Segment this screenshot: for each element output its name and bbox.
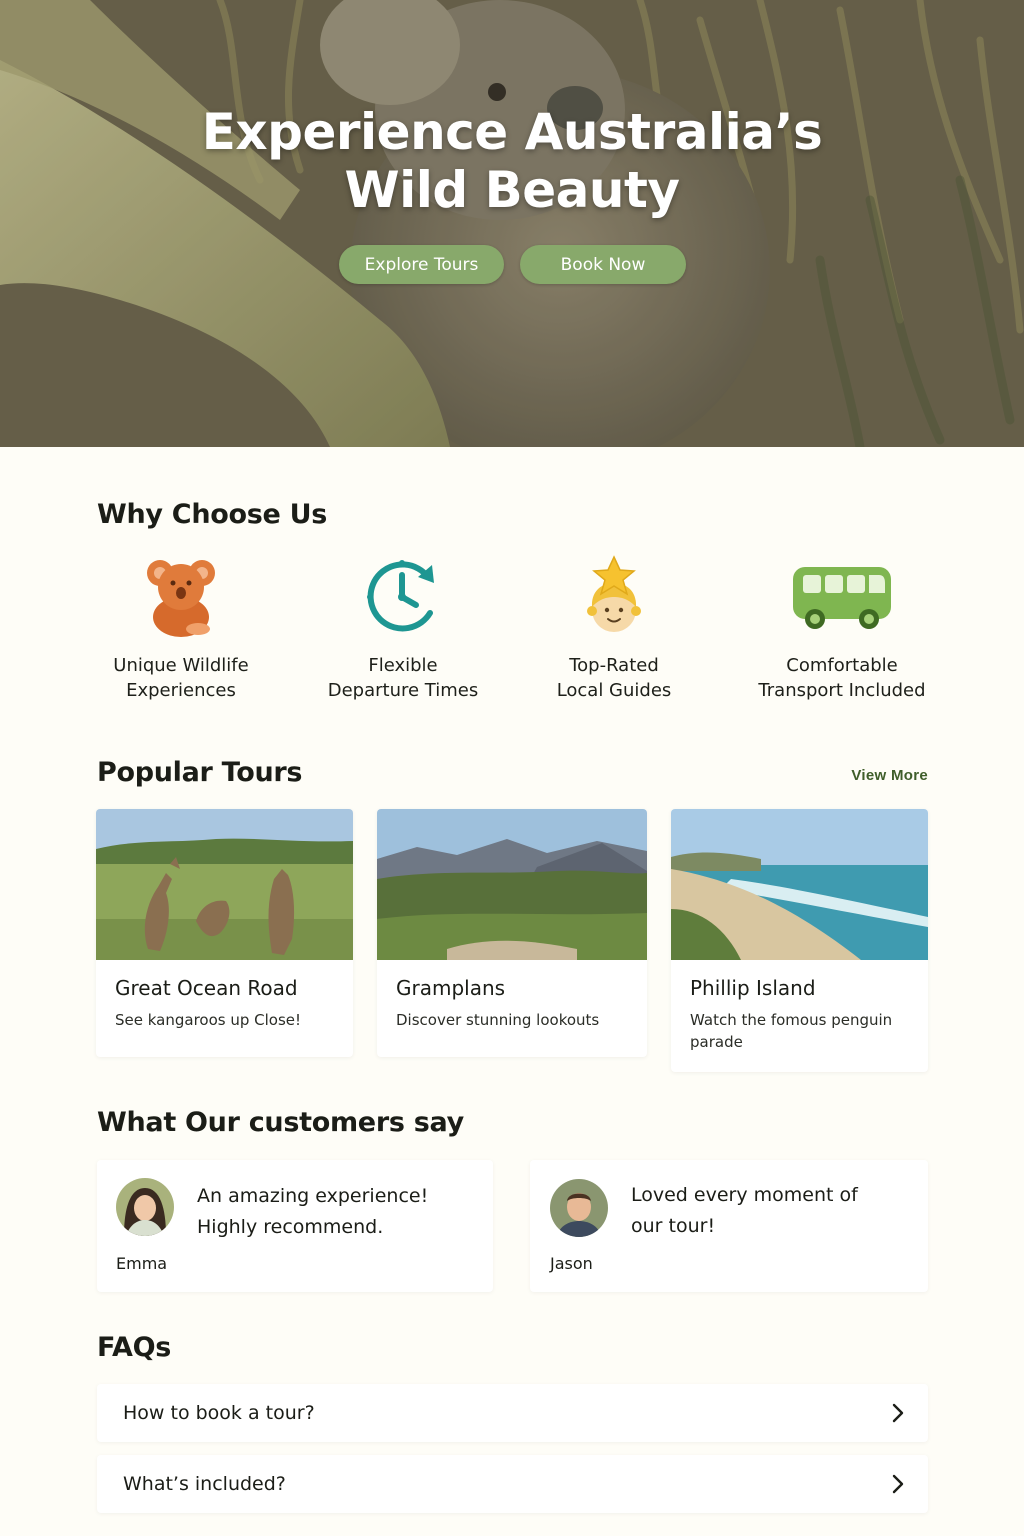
faq-question: What’s included? (123, 1473, 286, 1495)
hero-title-line-2: Wild Beauty (344, 161, 680, 219)
tour-card-phillip-island[interactable]: Phillip Island Watch the fomous penguin … (671, 809, 928, 1072)
chevron-right-icon (892, 1474, 904, 1494)
why-choose-us-heading: Why Choose Us (97, 499, 328, 530)
bus-icon (793, 567, 891, 629)
view-more-link[interactable]: View More (832, 767, 928, 784)
tour-title: Gramplans (396, 976, 506, 1000)
chevron-right-icon (892, 1403, 904, 1423)
faq-question: How to book a tour? (123, 1402, 315, 1424)
testimonial-quote: An amazing experience! Highly recommend. (197, 1185, 429, 1238)
koala-icon (147, 560, 215, 637)
popular-tours-heading: Popular Tours (97, 757, 303, 788)
testimonial-author: Jason (550, 1254, 593, 1273)
feature-label: Top-Rated Local Guides (556, 655, 672, 701)
avatar (116, 1178, 174, 1236)
guide-star-icon (587, 555, 641, 632)
feature-flexible-departure: Flexible Departure Times (318, 555, 488, 703)
beach-photo (671, 809, 928, 960)
feature-label: Unique Wildlife Experiences (113, 655, 249, 701)
avatar (550, 1179, 608, 1237)
feature-top-rated-guides: Top-Rated Local Guides (540, 555, 688, 703)
tour-description: Watch the fomous penguin parade (690, 1011, 893, 1051)
feature-label: Comfortable Transport Included (758, 655, 926, 701)
mountains-photo (377, 809, 647, 960)
clock-icon (367, 560, 434, 632)
testimonial-quote: Loved every moment of our tour! (631, 1184, 858, 1237)
tour-title: Phillip Island (690, 976, 816, 1000)
faq-item[interactable]: What’s included? (97, 1455, 928, 1513)
testimonial-author: Emma (116, 1254, 168, 1273)
tour-description: Discover stunning lookouts (396, 1011, 600, 1029)
koala-hero-image (0, 0, 1024, 447)
tour-description: See kangaroos up Close! (115, 1011, 302, 1029)
hero-title: Experience Australia’s Wild Beauty (0, 103, 1024, 219)
hero-title-line-1: Experience Australia’s (201, 103, 823, 161)
testimonials-heading: What Our customers say (97, 1107, 464, 1138)
feature-unique-wildlife: Unique Wildlife Experiences (101, 555, 261, 703)
feature-comfortable-transport: Comfortable Transport Included (746, 555, 938, 703)
testimonial-card: An amazing experience! Highly recommend.… (97, 1160, 493, 1292)
explore-tours-button[interactable]: Explore Tours (339, 245, 504, 284)
hero-banner: Experience Australia’s Wild Beauty Explo… (0, 0, 1024, 447)
faq-item[interactable]: How to book a tour? (97, 1384, 928, 1442)
tour-card-gramplans[interactable]: Gramplans Discover stunning lookouts (377, 809, 647, 1057)
kangaroos-photo (96, 809, 353, 960)
tour-title: Great Ocean Road (115, 976, 298, 1000)
feature-label: Flexible Departure Times (327, 655, 479, 701)
testimonial-card: Loved every moment of our tour! Jason (530, 1160, 928, 1292)
tour-card-great-ocean-road[interactable]: Great Ocean Road See kangaroos up Close! (96, 809, 353, 1057)
faqs-heading: FAQs (97, 1332, 172, 1363)
book-now-button[interactable]: Book Now (520, 245, 686, 284)
